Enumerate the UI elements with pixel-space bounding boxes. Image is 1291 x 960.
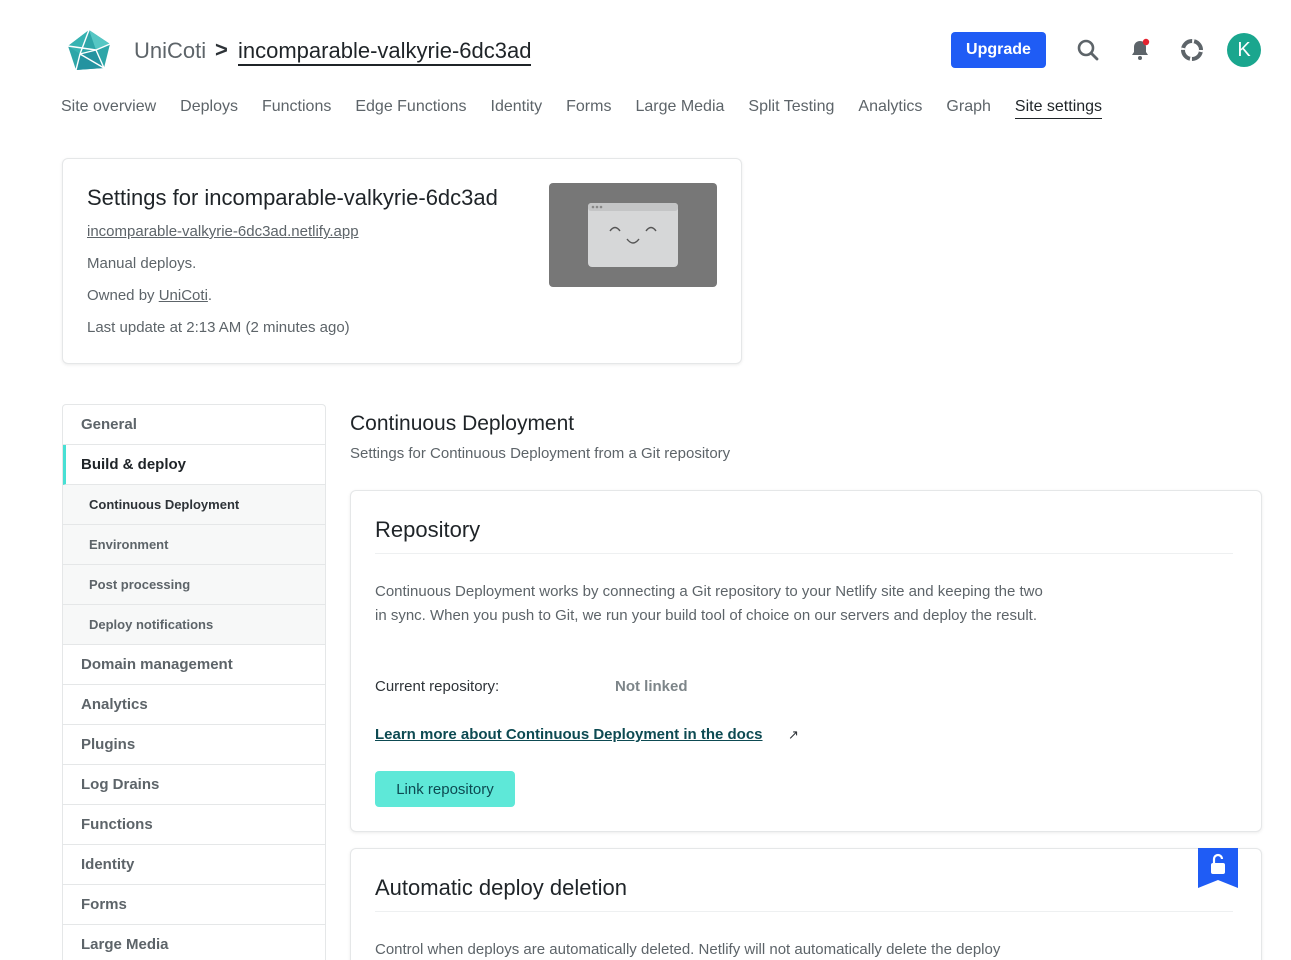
sidebar-subitem-post-processing[interactable]: Post processing [63,565,325,605]
last-update-text: Last update at 2:13 AM (2 minutes ago) [87,319,350,336]
sidebar-subitem-deploy-notifications[interactable]: Deploy notifications [63,605,325,645]
docs-link[interactable]: Learn more about Continuous Deployment i… [375,726,763,743]
sidebar-item-analytics[interactable]: Analytics [63,685,325,725]
site-preview-thumbnail[interactable] [549,183,717,287]
tab-deploys[interactable]: Deploys [180,96,238,119]
auto-delete-description: Control when deploys are automatically d… [375,941,1001,958]
owned-suffix: . [207,287,213,304]
upgrade-button[interactable]: Upgrade [951,32,1046,68]
sidebar-item-plugins[interactable]: Plugins [63,725,325,765]
divider [375,911,1233,912]
site-nav-tabs: Site overview Deploys Functions Edge Fun… [61,96,1126,119]
avatar[interactable]: K [1227,33,1261,67]
repository-title: Repository [375,517,481,542]
current-repository-label: Current repository: [375,678,500,695]
section-subtitle: Settings for Continuous Deployment from … [350,445,731,462]
current-repository-value: Not linked [615,678,688,695]
section-title: Continuous Deployment [350,412,575,435]
site-settings-title: Settings for incomparable-valkyrie-6dc3a… [87,185,498,210]
tab-forms[interactable]: Forms [566,96,611,119]
breadcrumb-site[interactable]: incomparable-valkyrie-6dc3ad [238,38,532,66]
owner-line: Owned by UniCoti. [87,287,212,304]
link-repository-button[interactable]: Link repository [375,771,515,807]
help-ring-icon[interactable] [1176,34,1208,66]
deploy-mode-text: Manual deploys. [87,255,197,272]
tab-functions[interactable]: Functions [262,96,331,119]
tab-site-overview[interactable]: Site overview [61,96,156,119]
external-link-icon: ↗ [788,727,799,742]
settings-sidebar: General Build & deploy Continuous Deploy… [62,404,326,960]
sidebar-item-domain-management[interactable]: Domain management [63,645,325,685]
tab-identity[interactable]: Identity [491,96,543,119]
search-icon[interactable] [1072,34,1104,66]
auto-delete-panel: Automatic deploy deletion Control when d… [350,848,1262,960]
sidebar-item-build-deploy[interactable]: Build & deploy [63,445,325,485]
sidebar-item-identity[interactable]: Identity [63,845,325,885]
owner-link[interactable]: UniCoti [159,287,208,304]
tab-split-testing[interactable]: Split Testing [748,96,834,119]
sidebar-item-large-media[interactable]: Large Media [63,925,325,960]
site-summary-card: Settings for incomparable-valkyrie-6dc3a… [62,158,742,364]
breadcrumb-separator-icon: > [215,37,228,62]
bell-icon[interactable] [1124,34,1156,66]
tab-analytics[interactable]: Analytics [858,96,922,119]
repository-panel: Repository Continuous Deployment works b… [350,490,1262,832]
auto-delete-title: Automatic deploy deletion [375,875,627,900]
sidebar-subitem-environment[interactable]: Environment [63,525,325,565]
breadcrumb-team[interactable]: UniCoti [134,38,206,64]
browser-smile-icon [588,203,678,267]
sidebar-item-log-drains[interactable]: Log Drains [63,765,325,805]
netlify-logo-icon[interactable] [66,28,112,72]
tab-large-media[interactable]: Large Media [635,96,724,119]
divider [375,553,1233,554]
tab-site-settings[interactable]: Site settings [1014,96,1103,119]
tab-edge-functions[interactable]: Edge Functions [355,96,466,119]
repository-description: Continuous Deployment works by connectin… [375,583,1043,624]
owned-prefix: Owned by [87,287,159,304]
sidebar-item-functions[interactable]: Functions [63,805,325,845]
sidebar-subitem-continuous-deployment[interactable]: Continuous Deployment [63,485,325,525]
sidebar-item-forms[interactable]: Forms [63,885,325,925]
sidebar-item-general[interactable]: General [63,405,325,445]
site-url-link[interactable]: incomparable-valkyrie-6dc3ad.netlify.app [87,223,359,240]
tab-graph[interactable]: Graph [946,96,990,119]
unlock-badge-icon[interactable] [1198,848,1238,888]
top-header: UniCoti > incomparable-valkyrie-6dc3ad U… [0,0,1291,140]
